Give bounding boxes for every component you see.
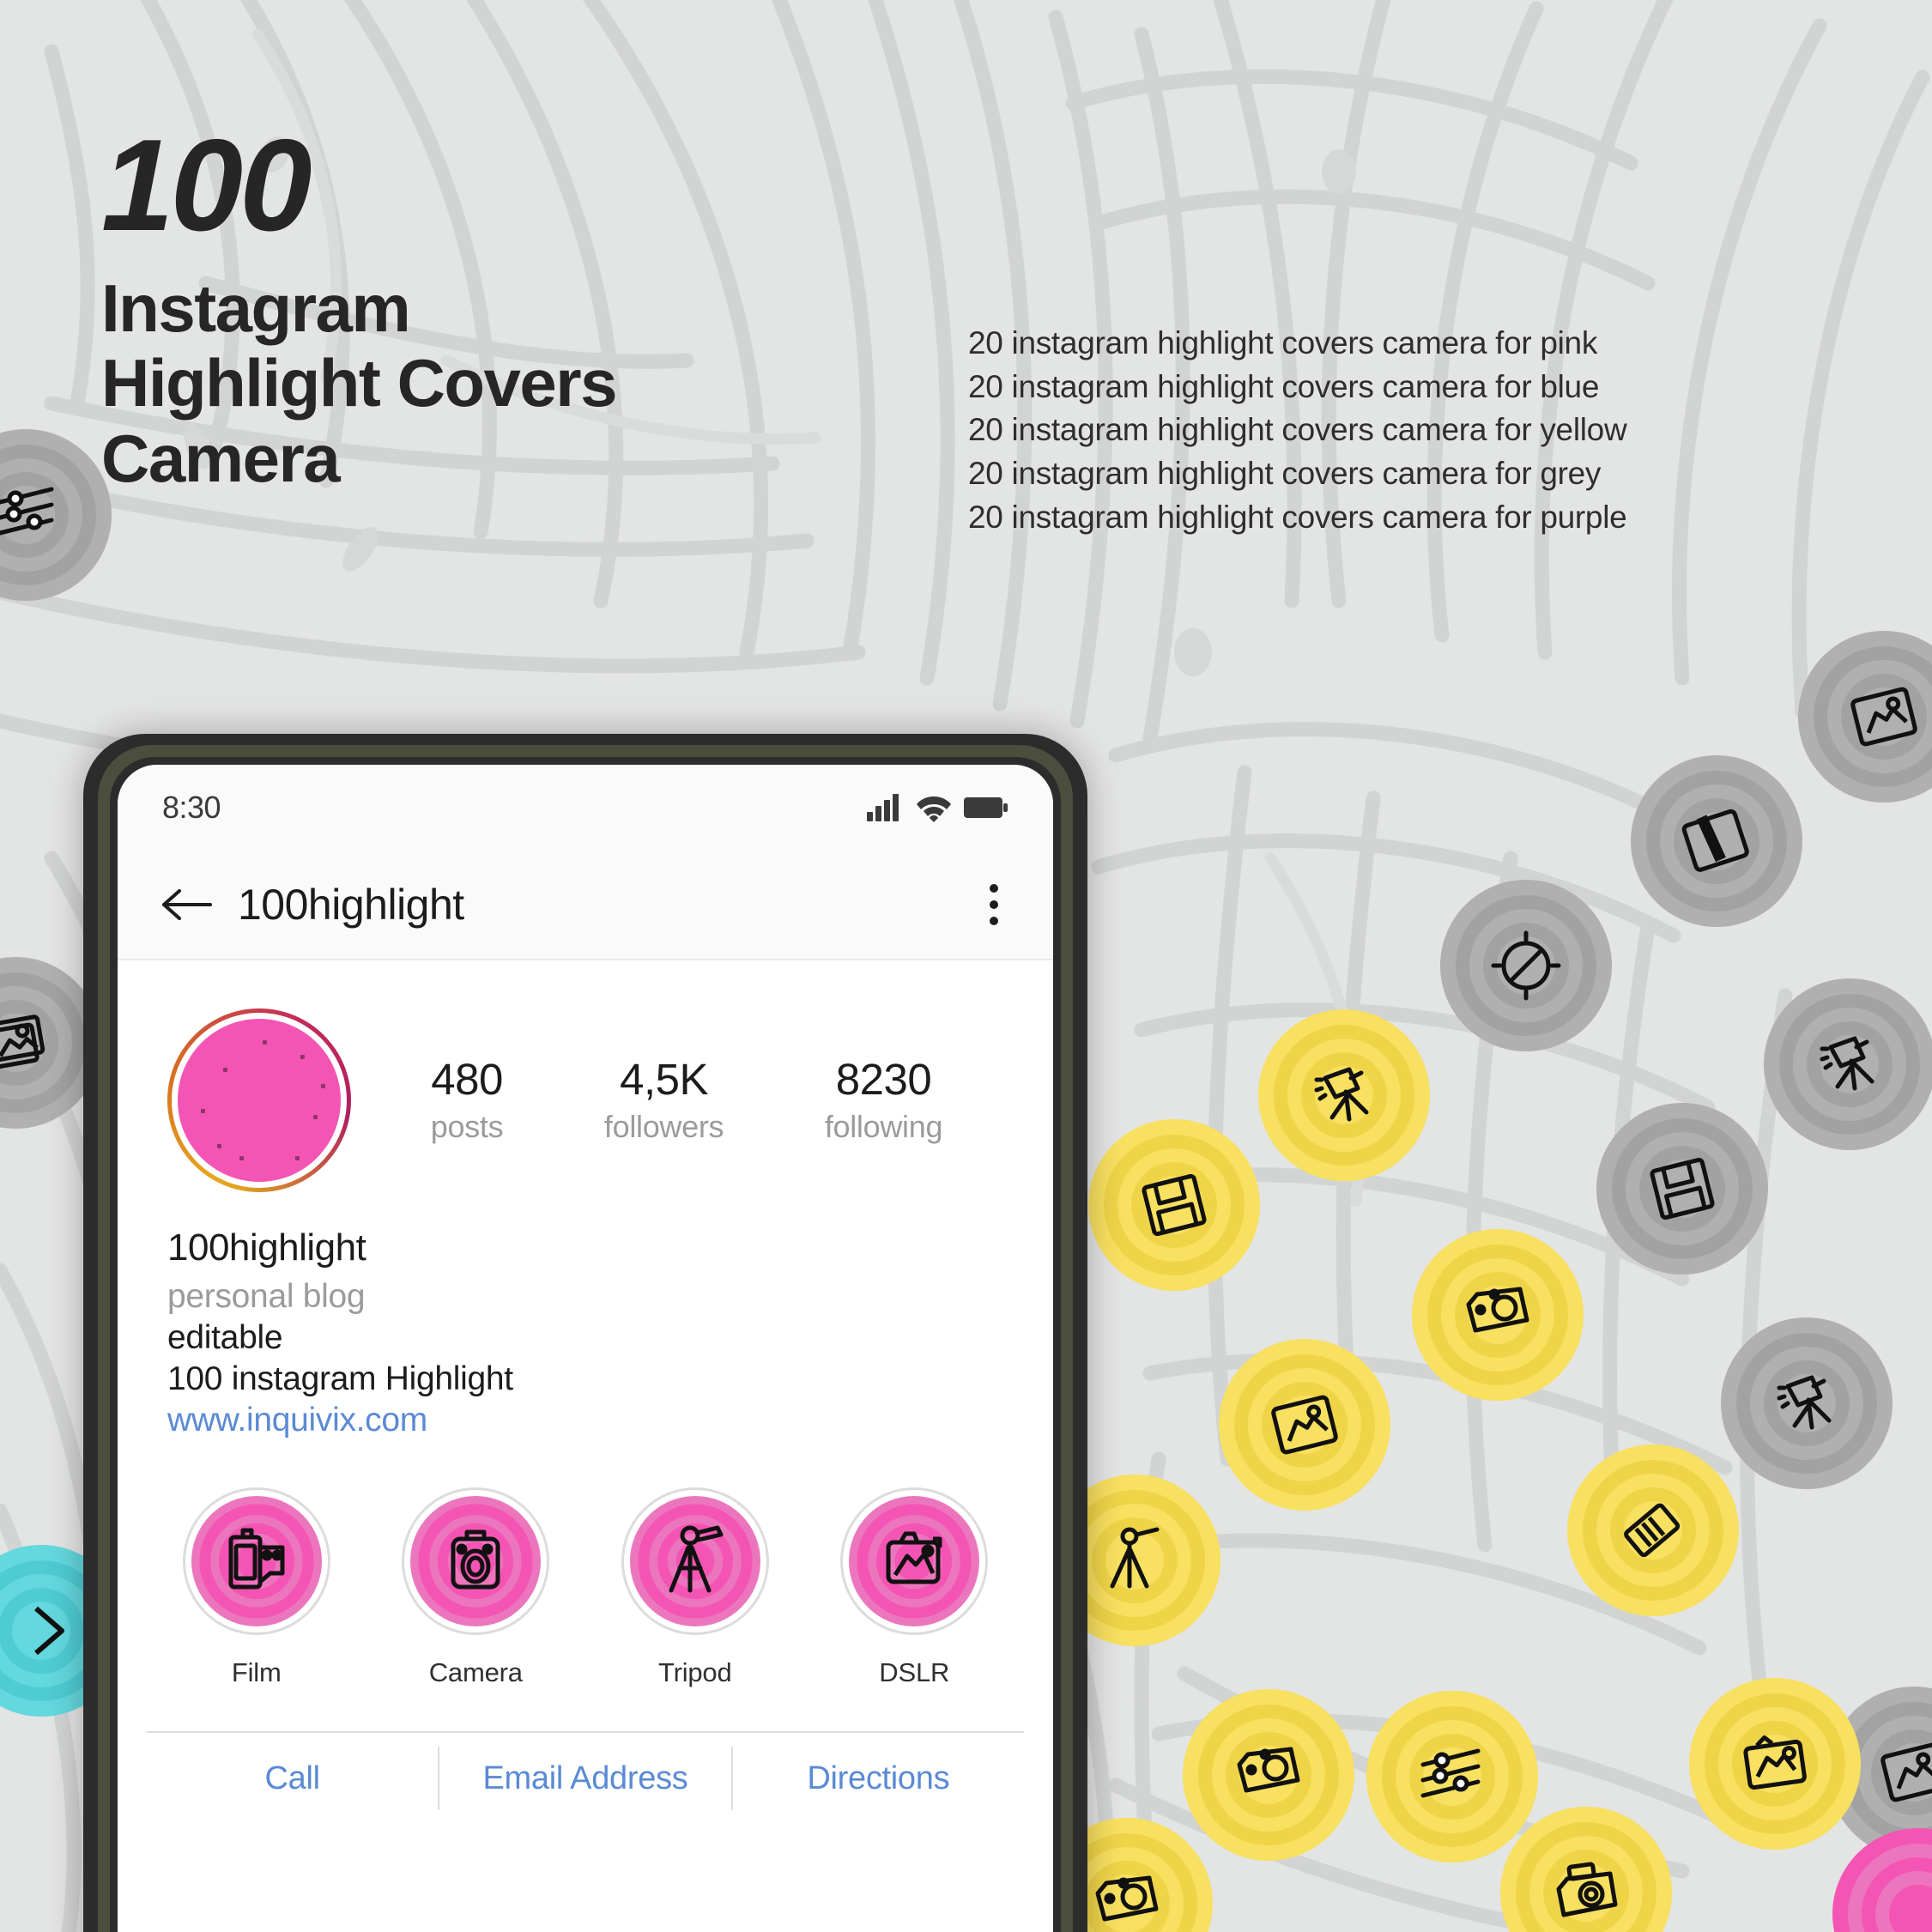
kebab-dot-1 [990,884,998,893]
contact-action-row: Call Email Address Directions [147,1731,1024,1824]
avatar-image [178,1019,341,1182]
profile-row: 480 posts 4,5K followers 8230 following [118,960,1053,1192]
story-highlights-row: Film Camera Tripod DSLR [118,1439,1053,1688]
highlight-camera-circle [402,1487,550,1635]
stat-posts-label: posts [430,1109,504,1145]
wifi-icon [917,796,951,822]
directions-button[interactable]: Directions [733,1733,1024,1824]
bio-category: personal blog [167,1278,366,1315]
phone-mockup: 8:30 100highlight 480 posts 4,5K followe… [83,734,1087,1932]
description-line-pink: 20 instagram highlight covers camera for… [968,325,1598,360]
call-button[interactable]: Call [147,1733,438,1824]
highlight-tripod-label: Tripod [657,1657,732,1687]
stat-posts-value: 480 [431,1054,503,1104]
highlight-tripod[interactable]: Tripod [585,1487,805,1688]
highlight-dslr-circle [840,1487,989,1635]
highlight-camera-rings [410,1496,542,1626]
stat-followers-value: 4,5K [620,1054,709,1104]
app-header: 100highlight [118,851,1053,960]
bio-line-2: 100 instagram Highlight [167,1360,513,1397]
big-number: 100 [101,112,312,258]
stat-following[interactable]: 8230 following [824,1054,943,1145]
headline-line-1: Instagram [101,270,411,346]
headline-line-2: Highlight Covers [101,345,618,421]
avatar[interactable] [167,1008,351,1192]
poster-headline: 100 Instagram Highlight Covers Camera [101,112,618,496]
status-bar: 8:30 [118,765,1053,851]
phone-screen: 8:30 100highlight 480 posts 4,5K followe… [118,765,1053,1932]
description-list: 20 instagram highlight covers camera for… [968,322,1627,539]
highlight-dslr[interactable]: DSLR [805,1487,1025,1688]
highlight-dslr-label: DSLR [879,1657,950,1687]
description-line-grey: 20 instagram highlight covers camera for… [968,456,1602,492]
dslr-photo-icon [886,1531,942,1584]
profile-stats: 480 posts 4,5K followers 8230 following [351,1054,1003,1145]
kebab-menu-icon[interactable] [978,877,1010,932]
back-arrow-icon[interactable] [160,886,212,924]
bio-website-link[interactable]: www.inquivix.com [167,1402,1003,1439]
highlight-film[interactable]: Film [147,1487,366,1688]
stat-following-value: 8230 [835,1054,932,1104]
kebab-dot-3 [990,917,998,925]
headline-line-3: Camera [101,420,341,496]
header-title: 100highlight [238,881,464,929]
highlight-film-label: Film [231,1657,282,1687]
description-line-yellow: 20 instagram highlight covers camera for… [968,412,1627,448]
highlight-dslr-rings [849,1496,980,1626]
description-line-purple: 20 instagram highlight covers camera for… [968,499,1627,535]
bio-display-name: 100highlight [167,1226,366,1269]
cellular-signal-icon [867,794,899,821]
kebab-dot-2 [990,900,998,909]
tripod-icon [669,1525,724,1593]
description-line-blue: 20 instagram highlight covers camera for… [968,368,1600,404]
highlight-film-circle [182,1487,330,1635]
highlight-camera[interactable]: Camera [366,1487,586,1688]
stat-posts[interactable]: 480 posts [430,1054,504,1145]
camera-icon [451,1529,500,1590]
battery-icon [964,797,1008,818]
highlight-tripod-rings [629,1496,760,1626]
profile-bio: 100highlight personal blog editable 100 … [118,1192,1053,1439]
stat-followers-label: followers [603,1109,724,1145]
status-time: 8:30 [162,790,221,825]
avatar-white-gap [172,1013,347,1188]
sub-headline: Instagram Highlight Covers Camera [101,270,618,496]
stat-followers[interactable]: 4,5K followers [603,1054,724,1145]
bio-line-1: editable [167,1319,283,1356]
email-address-button[interactable]: Email Address [439,1733,730,1824]
highlight-film-rings [191,1496,322,1626]
film-roll-icon [228,1528,285,1590]
highlight-camera-label: Camera [428,1657,523,1687]
highlight-tripod-circle [621,1487,769,1635]
stat-following-label: following [824,1109,943,1145]
status-icons [866,793,1008,822]
